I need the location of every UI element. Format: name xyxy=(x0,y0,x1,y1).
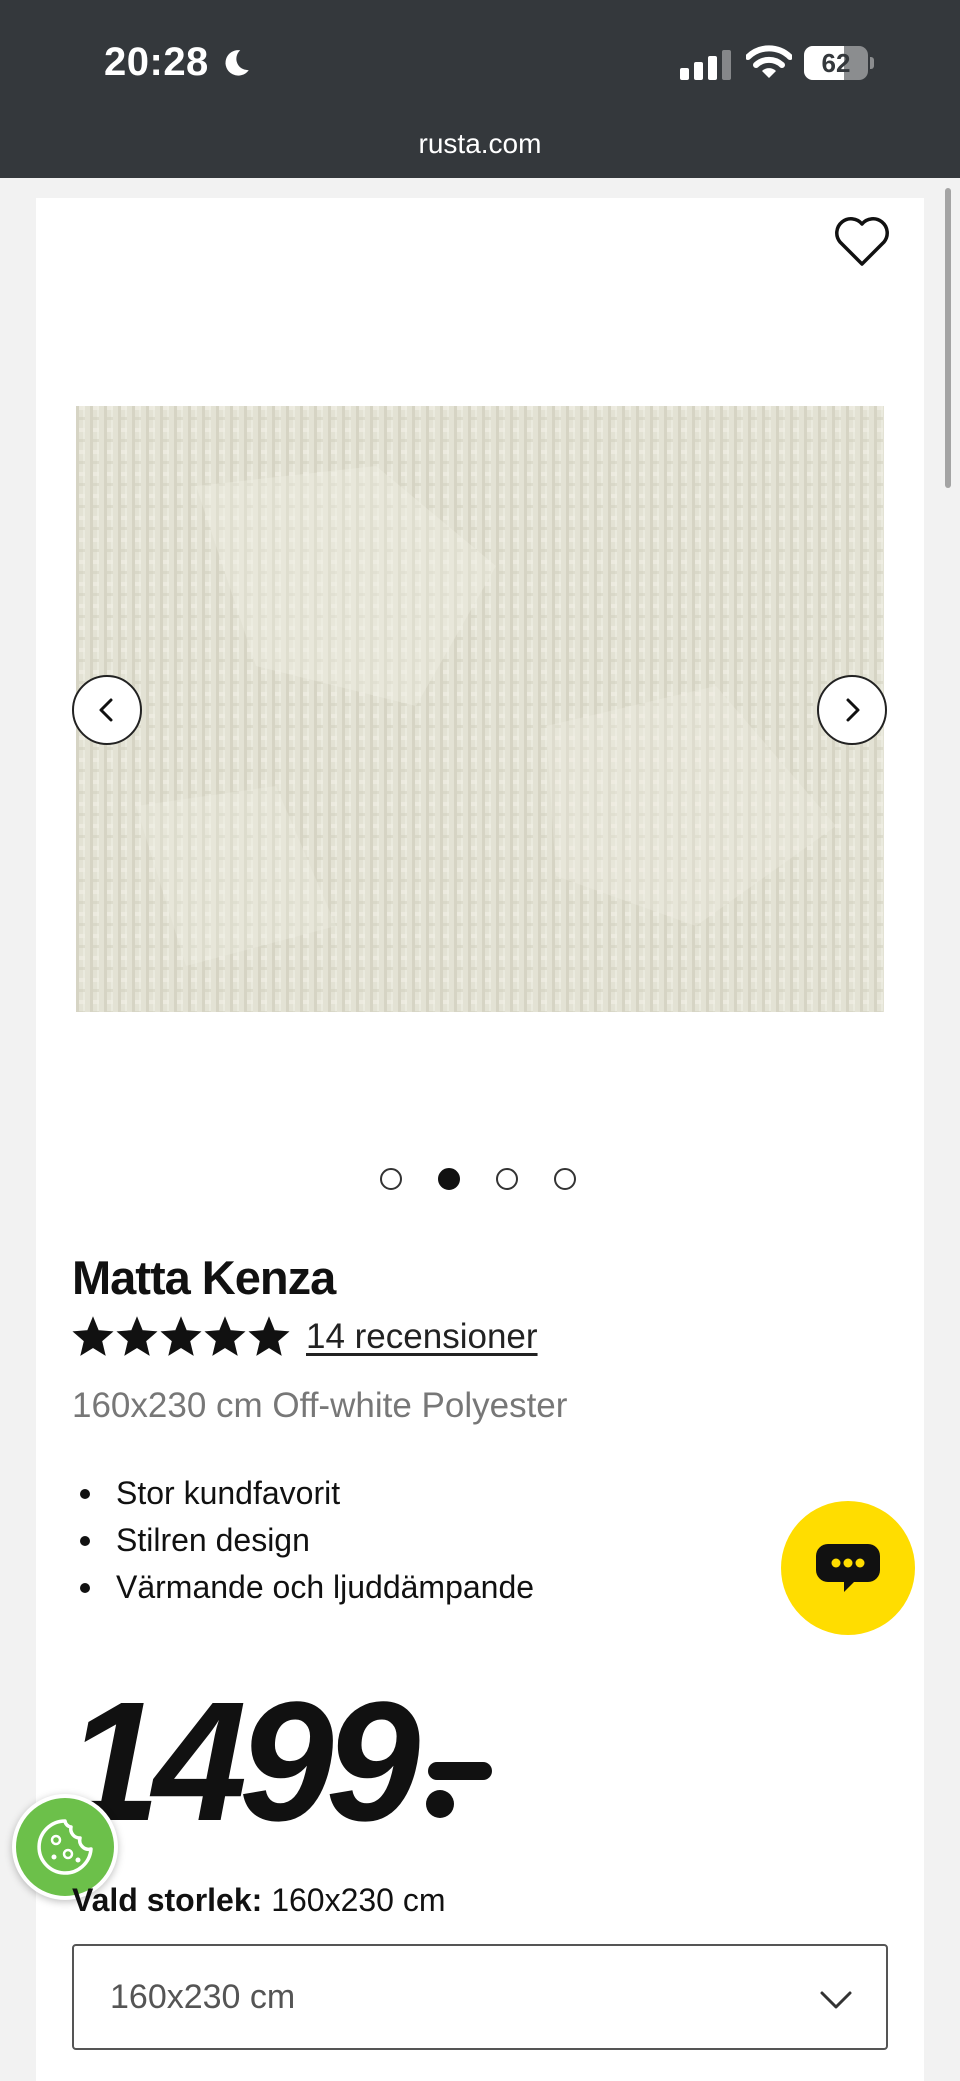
rug-image xyxy=(76,406,884,1012)
feature-list: Stor kundfavorit Stilren design Värmande… xyxy=(72,1470,534,1611)
clock-time: 20:28 xyxy=(104,40,209,84)
heart-icon[interactable] xyxy=(834,216,890,268)
selected-size-label: Vald storlek: 160x230 cm xyxy=(72,1882,446,1919)
chat-button[interactable] xyxy=(781,1501,915,1635)
battery-icon: 62 xyxy=(804,46,874,80)
size-select[interactable]: 160x230 cm xyxy=(72,1944,888,2050)
gallery-dot[interactable] xyxy=(438,1168,460,1190)
status-bar: 20:28 62 rusta.com xyxy=(0,0,960,178)
address-bar-url[interactable]: rusta.com xyxy=(0,128,960,160)
chevron-right-icon xyxy=(846,698,860,722)
gallery-next-button[interactable] xyxy=(817,675,887,745)
gallery-dot[interactable] xyxy=(496,1168,518,1190)
gallery-pagination xyxy=(380,1168,576,1190)
feature-item: Stor kundfavorit xyxy=(72,1470,534,1517)
gallery-dot[interactable] xyxy=(380,1168,402,1190)
star-icon xyxy=(204,1316,246,1356)
chat-icon xyxy=(816,1544,880,1592)
star-icon xyxy=(160,1316,202,1356)
star-icon xyxy=(72,1316,114,1356)
chevron-down-icon xyxy=(820,1991,852,2009)
chevron-left-icon xyxy=(99,698,113,722)
feature-item: Stilren design xyxy=(72,1517,534,1564)
selected-size-caption: Vald storlek: xyxy=(72,1882,263,1918)
wifi-icon xyxy=(746,45,792,78)
product-variant: 160x230 cm Off-white Polyester xyxy=(72,1386,568,1425)
cookie-icon xyxy=(37,1819,93,1875)
moon-icon xyxy=(225,49,249,76)
product-image[interactable] xyxy=(76,406,884,1012)
reviews-link[interactable]: 14 recensioner xyxy=(306,1317,538,1357)
product-title: Matta Kenza xyxy=(72,1251,336,1304)
size-select-value: 160x230 cm xyxy=(110,1977,296,2016)
clock: 20:28 xyxy=(104,40,253,85)
star-icon xyxy=(248,1316,290,1356)
gallery-dot[interactable] xyxy=(554,1168,576,1190)
feature-item: Värmande och ljuddämpande xyxy=(72,1564,534,1611)
product-price: 1499 xyxy=(66,1667,420,1857)
signal-icon xyxy=(680,50,731,80)
price-dash-icon xyxy=(426,1762,492,1818)
star-icon xyxy=(116,1316,158,1356)
battery-level: 62 xyxy=(821,48,851,78)
product-rating: 14 recensioner xyxy=(72,1316,538,1358)
selected-size-value: 160x230 cm xyxy=(271,1882,446,1918)
page-scrollbar[interactable] xyxy=(945,188,951,488)
gallery-prev-button[interactable] xyxy=(72,675,142,745)
star-rating xyxy=(72,1316,290,1358)
